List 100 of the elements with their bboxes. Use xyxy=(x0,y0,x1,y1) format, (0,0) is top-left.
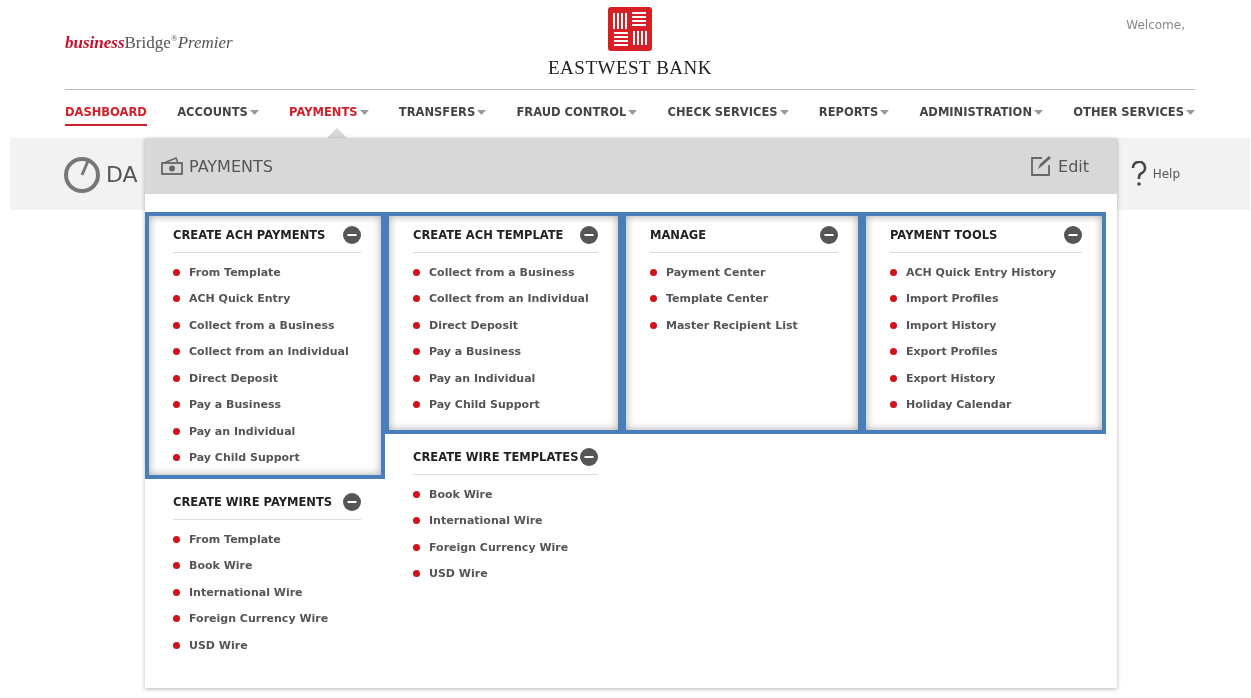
menu-link[interactable]: Payment Center xyxy=(650,259,838,286)
caret-icon xyxy=(880,109,890,115)
menu-link[interactable]: From Template xyxy=(173,526,361,553)
collapse-icon[interactable] xyxy=(580,226,598,244)
bullet-icon xyxy=(173,535,180,543)
bullet-icon xyxy=(890,268,897,276)
menu-link[interactable]: Holiday Calendar xyxy=(890,391,1082,418)
section-title: CREATE ACH PAYMENTS xyxy=(173,228,326,242)
bullet-icon xyxy=(413,570,420,578)
menu-link[interactable]: Book Wire xyxy=(173,552,361,579)
menu-link[interactable]: Template Center xyxy=(650,285,838,312)
bullet-icon xyxy=(413,348,420,356)
bullet-icon xyxy=(650,295,657,303)
section-title: PAYMENT TOOLS xyxy=(890,228,998,242)
bullet-icon xyxy=(890,374,897,382)
menu-link[interactable]: Import History xyxy=(890,312,1082,339)
section-title: CREATE WIRE TEMPLATES xyxy=(413,450,579,464)
collapse-icon[interactable] xyxy=(343,226,361,244)
menu-link[interactable]: ACH Quick Entry xyxy=(173,285,361,312)
nav-tab[interactable]: DASHBOARD xyxy=(65,105,147,126)
menu-link[interactable]: Pay an Individual xyxy=(173,418,361,445)
brand-logo: businessBridge$^{®}$Premier xyxy=(65,33,233,53)
edit-button[interactable]: Edit xyxy=(1030,155,1089,177)
bank-name: EASTWEST BANK xyxy=(548,57,712,79)
bullet-icon xyxy=(413,268,420,276)
help-link[interactable]: Help xyxy=(1152,167,1180,181)
caret-icon xyxy=(1034,109,1044,115)
menu-link[interactable]: Collect from a Business xyxy=(413,259,598,286)
bullet-icon xyxy=(413,295,420,303)
menu-link[interactable]: International Wire xyxy=(413,507,598,534)
menu-link[interactable]: Export History xyxy=(890,365,1082,392)
section-title: MANAGE xyxy=(650,228,707,242)
menu-link[interactable]: Master Recipient List xyxy=(650,312,838,339)
bullet-icon xyxy=(413,543,420,551)
collapse-icon[interactable] xyxy=(580,448,598,466)
bullet-icon xyxy=(173,374,180,382)
nav-tab[interactable]: REPORTS xyxy=(818,105,890,126)
bullet-icon xyxy=(413,321,420,329)
menu-link[interactable]: Direct Deposit xyxy=(173,365,361,392)
menu-link[interactable]: Pay an Individual xyxy=(413,365,598,392)
edit-icon xyxy=(1030,155,1052,177)
caret-icon xyxy=(628,109,638,115)
menu-title: PAYMENTS xyxy=(189,156,273,176)
bullet-icon xyxy=(650,268,657,276)
caret-icon xyxy=(1186,109,1195,115)
menu-link[interactable]: USD Wire xyxy=(173,632,361,659)
bullet-icon xyxy=(650,321,657,329)
bullet-icon xyxy=(413,401,420,409)
bullet-icon xyxy=(173,401,180,409)
nav-tab[interactable]: CHECK SERVICES xyxy=(667,105,789,126)
menu-link[interactable]: Foreign Currency Wire xyxy=(173,605,361,632)
menu-link[interactable]: Pay a Business xyxy=(413,338,598,365)
caret-icon xyxy=(477,109,487,115)
caret-icon xyxy=(779,109,789,115)
menu-link[interactable]: From Template xyxy=(173,259,361,286)
menu-link[interactable]: Collect from a Business xyxy=(173,312,361,339)
bullet-icon xyxy=(890,348,897,356)
menu-link[interactable]: Pay a Business xyxy=(173,391,361,418)
bullet-icon xyxy=(890,321,897,329)
menu-link[interactable]: Pay Child Support xyxy=(173,444,361,471)
help-icon[interactable] xyxy=(1130,161,1147,187)
gauge-icon xyxy=(62,154,102,194)
bullet-icon xyxy=(173,427,180,435)
menu-link[interactable]: Import Profiles xyxy=(890,285,1082,312)
bullet-icon xyxy=(890,401,897,409)
section-title: CREATE ACH TEMPLATE xyxy=(413,228,564,242)
menu-link[interactable]: International Wire xyxy=(173,579,361,606)
nav-tab[interactable]: OTHER SERVICES xyxy=(1073,105,1195,126)
collapse-icon[interactable] xyxy=(820,226,838,244)
menu-link[interactable]: Book Wire xyxy=(413,481,598,508)
bullet-icon xyxy=(173,268,180,276)
bullet-icon xyxy=(413,517,420,525)
bullet-icon xyxy=(173,588,180,596)
collapse-icon[interactable] xyxy=(343,493,361,511)
section-title: CREATE WIRE PAYMENTS xyxy=(173,495,333,509)
nav-tab[interactable]: FRAUD CONTROL xyxy=(516,105,638,126)
menu-link[interactable]: Collect from an Individual xyxy=(173,338,361,365)
bullet-icon xyxy=(173,562,180,570)
nav-tab[interactable]: PAYMENTS xyxy=(289,105,369,126)
nav-tab[interactable]: ADMINISTRATION xyxy=(919,105,1044,126)
menu-link[interactable]: Export Profiles xyxy=(890,338,1082,365)
nav-tab[interactable]: ACCOUNTS xyxy=(177,105,259,126)
bullet-icon xyxy=(173,295,180,303)
nav-tab[interactable]: TRANSFERS xyxy=(398,105,487,126)
menu-link[interactable]: Collect from an Individual xyxy=(413,285,598,312)
menu-link[interactable]: Foreign Currency Wire xyxy=(413,534,598,561)
bullet-icon xyxy=(173,348,180,356)
bullet-icon xyxy=(173,454,180,462)
menu-link[interactable]: ACH Quick Entry History xyxy=(890,259,1082,286)
bullet-icon xyxy=(173,321,180,329)
caret-icon xyxy=(359,109,369,115)
menu-link[interactable]: Pay Child Support xyxy=(413,391,598,418)
bank-logo-icon xyxy=(608,7,652,51)
menu-link[interactable]: Direct Deposit xyxy=(413,312,598,339)
bullet-icon xyxy=(890,295,897,303)
menu-link[interactable]: USD Wire xyxy=(413,560,598,587)
page-title: DA xyxy=(106,161,138,187)
bullet-icon xyxy=(173,615,180,623)
caret-icon xyxy=(249,109,259,115)
collapse-icon[interactable] xyxy=(1064,226,1082,244)
